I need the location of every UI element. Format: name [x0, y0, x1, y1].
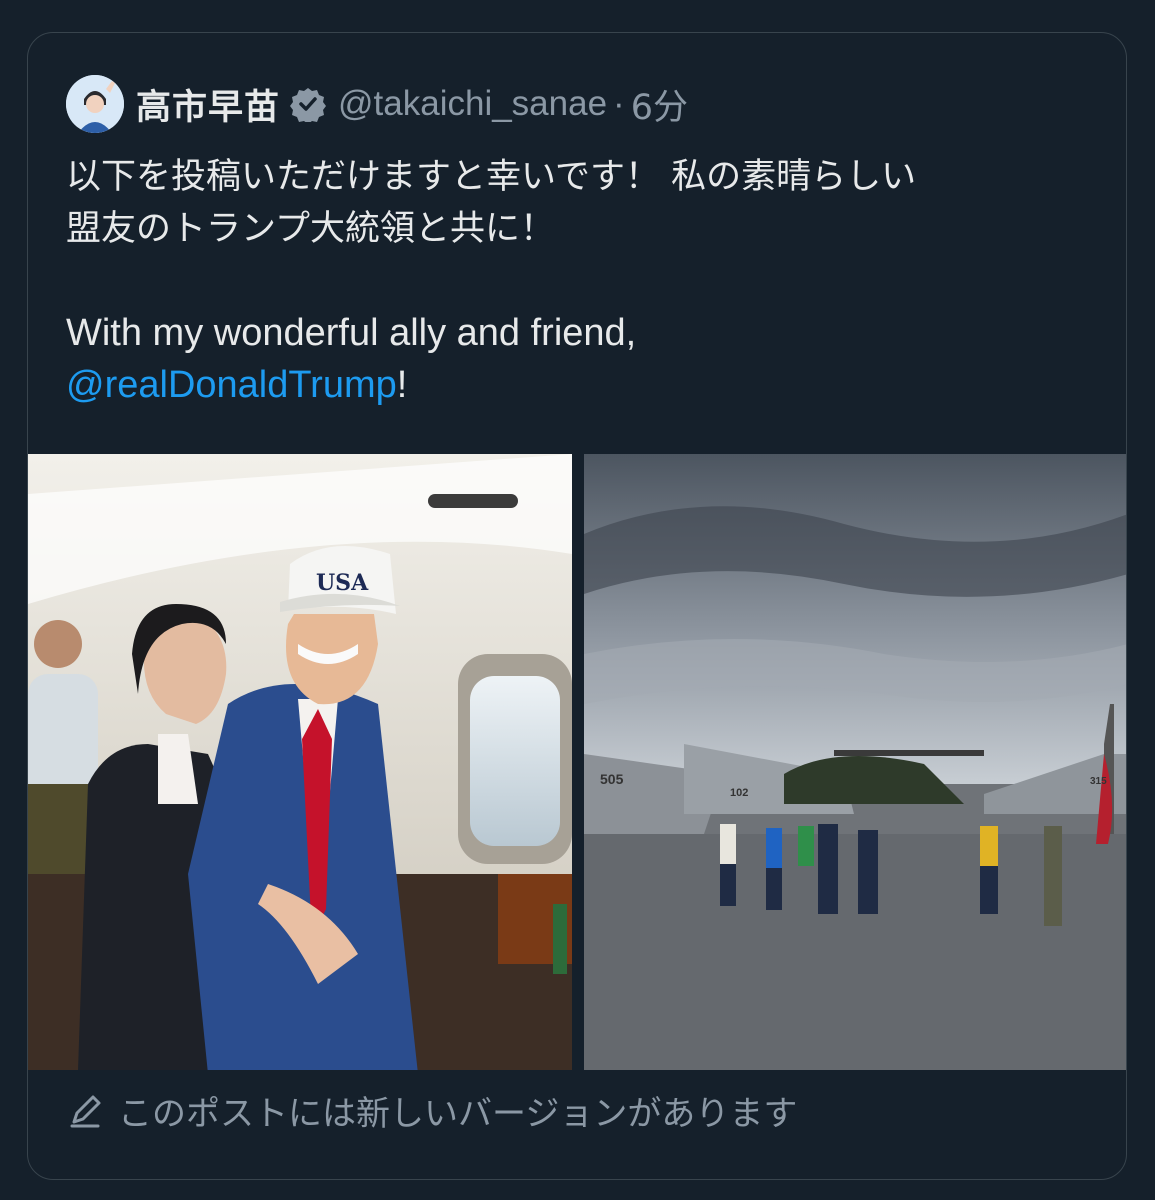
svg-text:505: 505 — [600, 771, 624, 787]
svg-text:USA: USA — [316, 570, 369, 596]
post-text-ja-line1: 以下を投稿いただけますと幸いです！ 私の素晴らしい — [66, 157, 917, 197]
post-text-en-line2: @realDonaldTrump! — [66, 359, 1086, 411]
post-header: 高市早苗 @takaichi_sanae · 6分 — [66, 73, 688, 135]
svg-text:315: 315 — [1090, 776, 1107, 787]
avatar[interactable] — [66, 75, 124, 133]
header-separator: · — [613, 84, 625, 123]
svg-text:102: 102 — [730, 787, 748, 799]
pen-icon — [70, 1095, 101, 1128]
new-version-notice[interactable]: このポストには新しいバージョンがあります — [28, 1070, 1126, 1150]
verified-badge-icon — [290, 88, 327, 122]
post-text: 以下を投稿いただけますと幸いです！ 私の素晴らしい 盟友のトランプ大統領と共に！… — [66, 151, 1086, 411]
author-handle[interactable]: @takaichi_sanae — [338, 84, 607, 124]
author-display-name[interactable]: 高市早苗 — [136, 79, 280, 130]
post-timestamp[interactable]: 6分 — [631, 79, 688, 130]
photo-carrier-deck[interactable]: 505 102 315 — [584, 454, 1126, 1070]
post-text-ja-line2: 盟友のトランプ大統領と共に！ — [66, 209, 555, 249]
post-text-en-suffix: ! — [396, 364, 408, 406]
new-version-label[interactable]: このポストには新しいバージョンがあります — [118, 1086, 797, 1135]
post-card[interactable]: 高市早苗 @takaichi_sanae · 6分 以下を投稿いただけますと幸い… — [27, 32, 1127, 1180]
photo-helicopter-cabin[interactable]: USA — [28, 454, 572, 1070]
mention-link[interactable]: @realDonaldTrump — [66, 364, 397, 406]
post-text-en-line1: With my wonderful ally and friend, — [66, 312, 637, 354]
